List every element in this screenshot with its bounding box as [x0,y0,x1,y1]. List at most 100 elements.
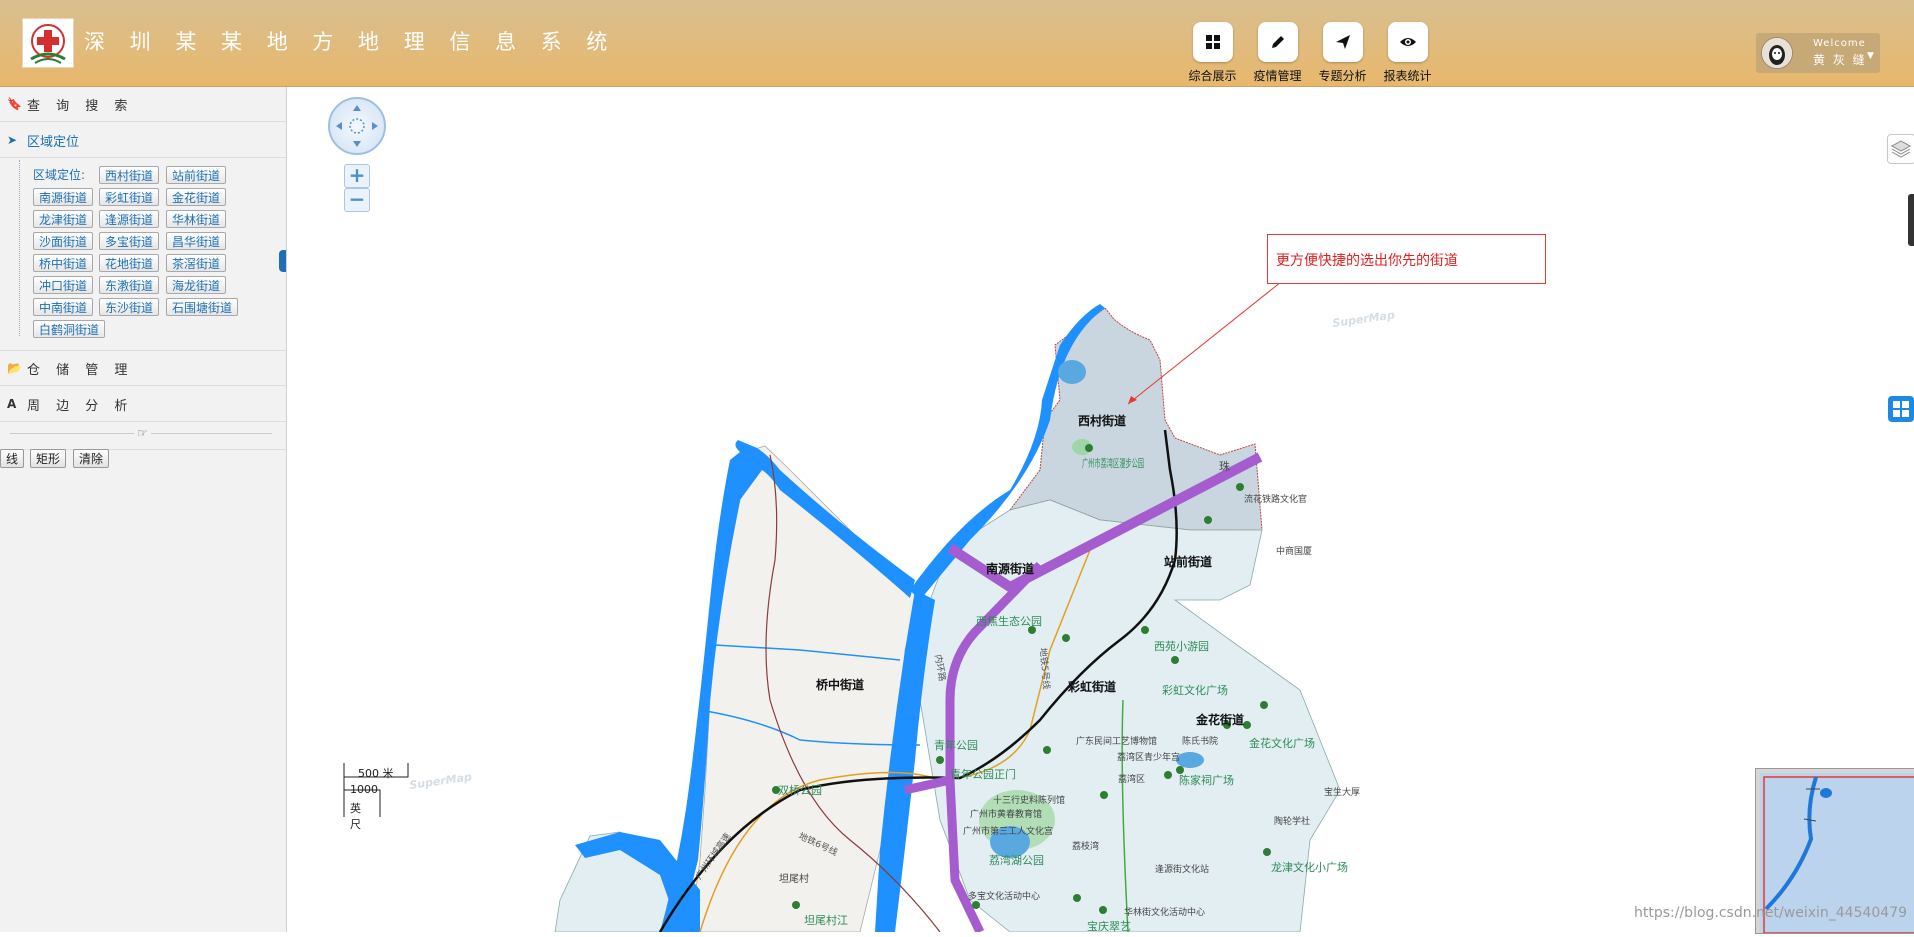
poi-label: 坦尾村江 [804,913,848,927]
street-button[interactable]: 金花街道 [166,188,227,206]
poi-label: 陈氏书院 [1182,735,1218,747]
map-canvas[interactable]: 西村街道 南源街道 站前街道 桥中街道 彩虹街道 金花街道 广州市荔湾区漫步公园… [287,87,1914,932]
draw-rect-button[interactable]: 矩形 [30,449,67,468]
poi-label: 宝庆翠艺 [1087,919,1131,932]
street-button[interactable]: 东漖街道 [99,276,160,294]
street-button[interactable]: 石围塘街道 [166,298,239,316]
zoom-in-button[interactable]: + [344,164,370,188]
section-label: 区域定位 [27,134,80,150]
welcome-text: Welcome [1813,38,1866,49]
section-region[interactable]: ➤ 区域定位 [0,123,286,158]
poi-label: 广州市第三工人文化宫 [963,825,1053,837]
map-street-label: 金花街道 [1195,712,1244,727]
sidebar: 🔖 查 询 搜 索 ➤ 区域定位 区域定位: 西村街道 站前街道 南源街道 彩虹… [0,87,287,932]
section-storage[interactable]: 📂 仓 储 管 理 [0,351,286,386]
poi-label: 逢源街文化站 [1155,863,1209,875]
svg-text:SuperMap: SuperMap [409,770,473,792]
poi-label: 华林街文化活动中心 [1124,906,1205,918]
street-button[interactable]: 西村街道 [99,166,160,184]
street-button[interactable]: 茶滘街道 [166,254,227,272]
street-button[interactable]: 彩虹街道 [99,188,160,206]
street-button[interactable]: 花地街道 [99,254,160,272]
map-street-label: 站前街道 [1164,554,1212,569]
map-street-label: 西村街道 [1078,413,1126,428]
eye-icon [1387,22,1428,62]
poi-label: 广东民间工艺博物馆 [1076,735,1157,747]
street-button[interactable]: 白鹤洞街道 [33,320,106,338]
nav-label: 疫情管理 [1253,69,1302,83]
street-button[interactable]: 海龙街道 [166,276,227,294]
nav-overview[interactable]: 综合展示 [1180,22,1245,84]
street-button[interactable]: 冲口街道 [33,276,94,294]
annotation-callout: 更方便快捷的选出你先的街道 [1267,234,1546,284]
pencil-icon [1257,22,1298,62]
sidebar-collapse-tab[interactable] [279,250,286,272]
font-a-icon: A [7,397,23,411]
street-button[interactable]: 桥中街道 [33,254,94,272]
tree-line [19,160,21,336]
logo [22,18,74,68]
poi-label: 中商国厦 [1276,545,1312,557]
street-button[interactable]: 多宝街道 [99,232,160,250]
location-arrow-icon: ➤ [7,133,18,147]
street-button[interactable]: 站前街道 [166,166,227,184]
poi-label: 荔湾区 [1118,773,1145,785]
source-watermark: https://blog.csdn.net/weixin_44540479 [1634,905,1908,921]
street-button[interactable]: 沙面街道 [33,232,94,250]
section-label: 仓 储 管 理 [27,362,134,378]
poi-label: 青年公园正门 [950,767,1016,781]
poi-label: 西焦生态公园 [976,614,1042,628]
street-button[interactable]: 昌华街道 [166,232,227,250]
nav-label: 专题分析 [1318,69,1367,83]
poi-label: 荔枝湾 [1072,840,1099,852]
poi-label: 宝生大厚 [1324,786,1360,798]
pan-control[interactable] [328,97,386,155]
layers-icon[interactable] [1887,134,1914,164]
chevron-down-icon: ▼ [1867,51,1874,61]
nav-epidemic[interactable]: 疫情管理 [1245,22,1310,84]
nav-thematic[interactable]: 专题分析 [1310,22,1375,84]
annotation-arrow [1127,269,1297,405]
nav-reports[interactable]: 报表统计 [1375,22,1440,84]
zoom-out-button[interactable]: − [344,188,370,212]
poi-label: 金花文化广场 [1249,736,1315,750]
grid-icon [1192,22,1233,62]
section-label: 周 边 分 析 [27,398,134,414]
scale-metric: 500 米 [358,767,394,780]
poi-label: 荔湾湖公园 [989,853,1044,867]
street-button[interactable]: 华林街道 [166,210,227,228]
street-button[interactable]: 龙津街道 [33,210,94,228]
poi-label: 彩虹文化广场 [1162,683,1228,697]
road-label: 珠 [1219,459,1230,473]
folder-open-icon: 📂 [7,361,28,375]
avatar [1761,37,1793,69]
annotation-text: 更方便快捷的选出你先的街道 [1276,253,1458,269]
right-panel-handle[interactable] [1908,194,1914,246]
draw-line-button[interactable]: 线 [0,449,25,468]
street-button[interactable]: 中南街道 [33,298,94,316]
poi-label: 西苑小游园 [1154,640,1209,653]
map-grid-icon[interactable] [1888,396,1914,422]
nav-label: 报表统计 [1383,69,1432,83]
main-nav: 综合展示 疫情管理 专题分析 报表统计 [1180,22,1440,84]
nav-label: 综合展示 [1188,69,1237,83]
section-query[interactable]: 🔖 查 询 搜 索 [0,87,286,122]
clear-button[interactable]: 清除 [73,449,110,468]
scale-imperial-value: 1000 [350,783,378,796]
poi-label: 广州市荔湾区漫步公园 [1082,456,1144,470]
hand-pointer-icon[interactable]: ☞ [134,426,151,440]
top-header: 深 圳 某 某 地 方 地 理 信 息 系 统 综合展示 疫情管理 专题分析 报… [0,0,1914,87]
poi-label: 流花铁路文化官 [1244,493,1307,505]
street-button[interactable]: 东沙街道 [99,298,160,316]
street-button[interactable]: 南源街道 [33,188,94,206]
poi-label: 多宝文化活动中心 [968,890,1040,902]
bookmark-icon: 🔖 [7,97,28,111]
svg-text:SuperMap: SuperMap [1332,308,1396,330]
poi-label: 荔湾区青少年宫 [1117,751,1180,763]
user-menu[interactable]: Welcome 黄 灰 缝 ▼ [1756,33,1880,73]
poi-label: 陶轮学社 [1274,815,1310,827]
street-button[interactable]: 逢源街道 [99,210,160,228]
section-surround[interactable]: A 周 边 分 析 [0,387,286,422]
map-svg: 西村街道 南源街道 站前街道 桥中街道 彩虹街道 金花街道 广州市荔湾区漫步公园… [409,269,1396,932]
username: 黄 灰 缝 [1813,53,1867,67]
